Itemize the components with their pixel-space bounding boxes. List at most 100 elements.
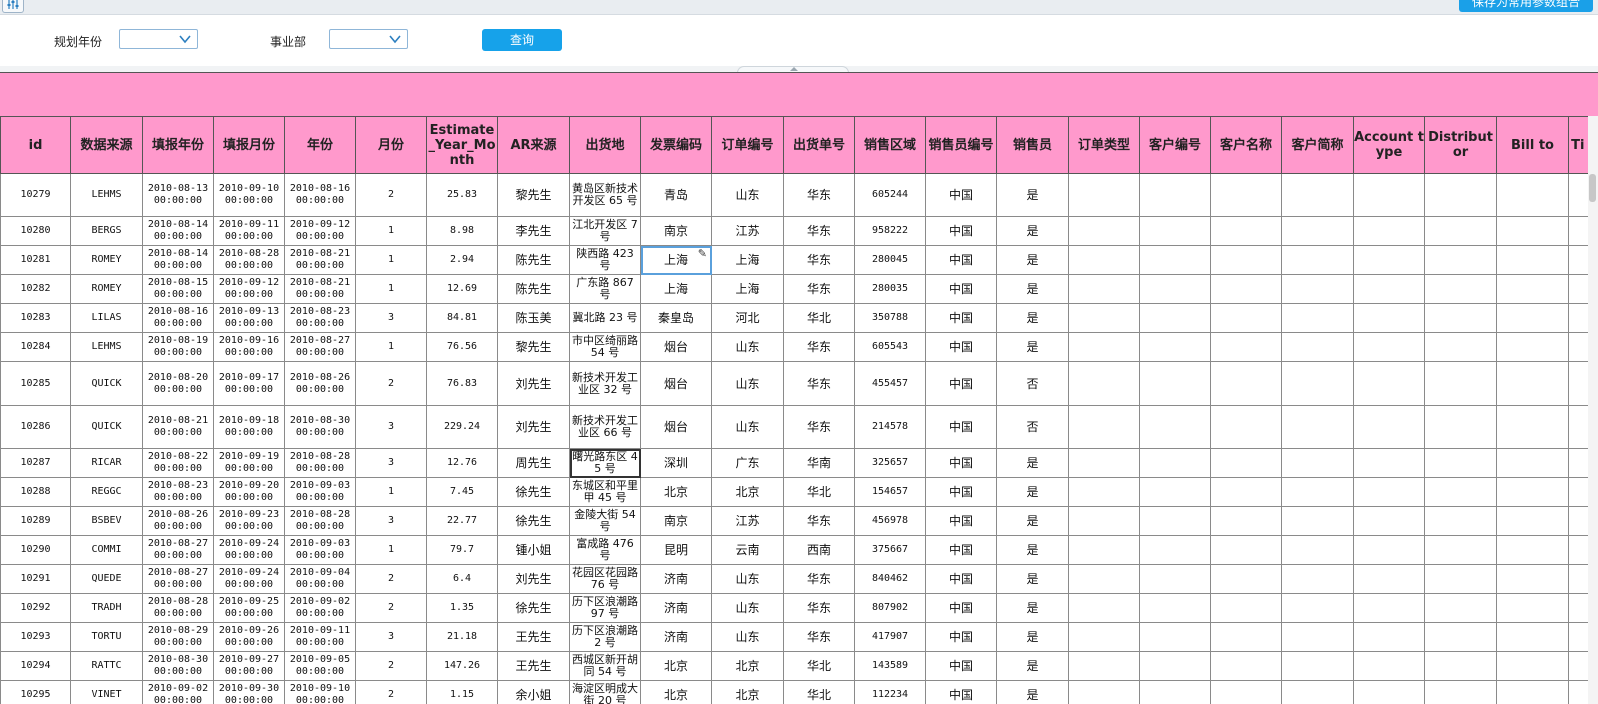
table-cell[interactable]: ROMEY [70, 274, 143, 304]
table-cell[interactable] [1139, 506, 1211, 536]
table-cell[interactable]: QUEDE [70, 564, 143, 594]
vertical-scrollbar[interactable] [1588, 116, 1598, 704]
table-cell[interactable] [1353, 535, 1425, 565]
table-cell[interactable] [1424, 622, 1497, 652]
table-cell[interactable] [1281, 535, 1354, 565]
table-cell[interactable]: VINET [70, 680, 143, 704]
table-cell[interactable]: 烟台 [640, 332, 712, 362]
table-cell[interactable]: 历下区浪潮路 2 号 [569, 622, 641, 652]
table-cell[interactable]: 北京 [711, 680, 784, 704]
table-cell[interactable]: 北京 [640, 477, 712, 507]
table-cell[interactable]: 10286 [0, 405, 71, 449]
table-cell[interactable] [1210, 245, 1282, 275]
table-cell[interactable]: 东城区和平里甲 45 号 [569, 477, 641, 507]
table-cell[interactable] [1496, 506, 1569, 536]
table-cell[interactable] [1068, 593, 1140, 623]
table-cell[interactable]: 2010-09-23 00:00:00 [213, 506, 285, 536]
table-cell[interactable]: 徐先生 [497, 593, 570, 623]
table-cell[interactable]: 中国 [925, 216, 997, 246]
table-cell[interactable] [1496, 405, 1569, 449]
table-cell[interactable]: LEHMS [70, 332, 143, 362]
column-header[interactable]: 订单编号 [711, 116, 784, 174]
table-cell[interactable]: 上海 ✎ [640, 245, 712, 275]
table-cell[interactable]: 山东 [711, 332, 784, 362]
table-cell[interactable] [1568, 448, 1590, 478]
table-cell[interactable]: 2010-08-29 00:00:00 [142, 622, 214, 652]
column-header[interactable]: 出货单号 [783, 116, 855, 174]
table-cell[interactable]: BSBEV [70, 506, 143, 536]
table-cell[interactable]: 烟台 [640, 405, 712, 449]
table-cell[interactable]: 1.15 [426, 680, 498, 704]
table-cell[interactable] [1568, 477, 1590, 507]
table-cell[interactable]: 山东 [711, 173, 784, 217]
table-cell[interactable] [1568, 245, 1590, 275]
table-cell[interactable] [1068, 506, 1140, 536]
table-cell[interactable] [1139, 622, 1211, 652]
table-cell[interactable]: 1 [355, 477, 427, 507]
table-cell[interactable] [1068, 448, 1140, 478]
table-cell[interactable]: 锺小姐 [497, 535, 570, 565]
table-cell[interactable]: 2010-09-10 00:00:00 [213, 173, 285, 217]
table-cell[interactable]: RATTC [70, 651, 143, 681]
table-cell[interactable]: 济南 [640, 593, 712, 623]
table-cell[interactable] [1496, 274, 1569, 304]
table-cell[interactable] [1139, 303, 1211, 333]
table-cell[interactable]: 黎先生 [497, 173, 570, 217]
table-cell[interactable] [1496, 477, 1569, 507]
column-header[interactable]: id [0, 116, 71, 174]
table-cell[interactable]: 807902 [854, 593, 926, 623]
column-header[interactable]: Account type [1353, 116, 1425, 174]
table-cell[interactable]: 山东 [711, 405, 784, 449]
table-cell[interactable]: 1.35 [426, 593, 498, 623]
table-cell[interactable]: 2010-08-26 00:00:00 [284, 361, 356, 406]
table-cell[interactable]: 375667 [854, 535, 926, 565]
table-cell[interactable] [1139, 535, 1211, 565]
table-cell[interactable]: 2010-09-13 00:00:00 [213, 303, 285, 333]
table-cell[interactable] [1281, 405, 1354, 449]
table-cell[interactable]: 2010-08-15 00:00:00 [142, 274, 214, 304]
table-cell[interactable] [1496, 303, 1569, 333]
column-header[interactable]: 销售区域 [854, 116, 926, 174]
table-cell[interactable]: 10292 [0, 593, 71, 623]
table-cell[interactable] [1353, 245, 1425, 275]
table-cell[interactable] [1568, 361, 1590, 406]
table-cell[interactable]: 中国 [925, 680, 997, 704]
table-cell[interactable]: 2 [355, 564, 427, 594]
table-cell[interactable]: 2010-09-16 00:00:00 [213, 332, 285, 362]
column-header[interactable]: 销售员 [996, 116, 1069, 174]
table-cell[interactable]: 南京 [640, 506, 712, 536]
settings-sliders-icon[interactable] [2, 0, 24, 13]
table-cell[interactable]: 中国 [925, 564, 997, 594]
table-cell[interactable]: 广东路 867 号 [569, 274, 641, 304]
table-cell[interactable] [1068, 245, 1140, 275]
table-cell[interactable]: COMMI [70, 535, 143, 565]
table-cell[interactable] [1210, 274, 1282, 304]
table-cell[interactable]: 是 [996, 332, 1069, 362]
table-cell[interactable]: 广东 [711, 448, 784, 478]
table-cell[interactable]: 2010-09-25 00:00:00 [213, 593, 285, 623]
table-cell[interactable] [1139, 361, 1211, 406]
table-cell[interactable]: 12.69 [426, 274, 498, 304]
table-cell[interactable]: 中国 [925, 506, 997, 536]
table-cell[interactable]: 2010-09-05 00:00:00 [284, 651, 356, 681]
table-cell[interactable] [1139, 680, 1211, 704]
table-cell[interactable]: 中国 [925, 535, 997, 565]
table-cell[interactable]: 陈先生 [497, 245, 570, 275]
column-header[interactable]: 销售员编号 [925, 116, 997, 174]
table-cell[interactable]: 2010-08-20 00:00:00 [142, 361, 214, 406]
table-cell[interactable]: 2 [355, 651, 427, 681]
table-cell[interactable]: 2.94 [426, 245, 498, 275]
table-cell[interactable]: 富成路 476 号 [569, 535, 641, 565]
table-cell[interactable] [1210, 303, 1282, 333]
table-cell[interactable] [1353, 477, 1425, 507]
table-cell[interactable]: 中国 [925, 173, 997, 217]
table-cell[interactable]: 2010-08-19 00:00:00 [142, 332, 214, 362]
table-cell[interactable]: 北京 [640, 651, 712, 681]
table-cell[interactable]: 新技术开发工业区 66 号 [569, 405, 641, 449]
table-cell[interactable]: 否 [996, 405, 1069, 449]
table-cell[interactable] [1068, 535, 1140, 565]
column-header[interactable]: 订单类型 [1068, 116, 1140, 174]
table-cell[interactable]: 214578 [854, 405, 926, 449]
table-cell[interactable]: 华东 [783, 245, 855, 275]
table-cell[interactable]: 154657 [854, 477, 926, 507]
